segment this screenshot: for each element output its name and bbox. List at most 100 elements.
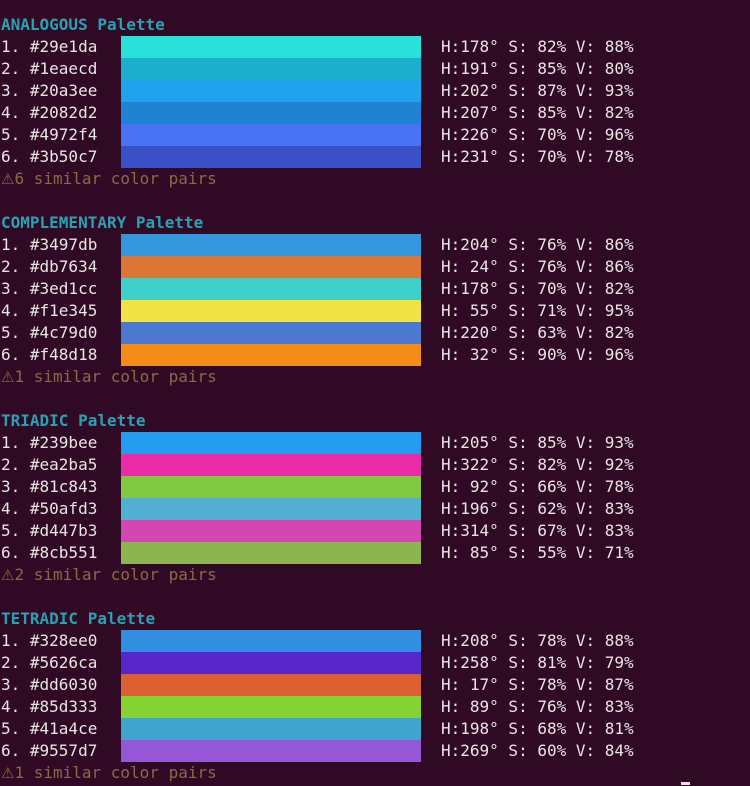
color-row: 4. #85d333 H: 89° S: 76% V: 83% (0, 696, 750, 718)
color-swatch (121, 146, 421, 168)
color-swatch (121, 520, 421, 542)
palette-analogous: ANALOGOUS Palette 1. #29e1da H:178° S: 8… (0, 14, 750, 190)
palette-triadic: TRIADIC Palette 1. #239bee H:205° S: 85%… (0, 410, 750, 586)
similar-pairs-warning: ⚠1 similar color pairs (0, 366, 750, 388)
color-hsv-value: H:269° S: 60% V: 84% (441, 741, 634, 760)
color-hex-label: 5. #d447b3 (1, 521, 98, 540)
color-row: 5. #4c79d0 H:220° S: 63% V: 82% (0, 322, 750, 344)
color-row: 2. #ea2ba5 H:322° S: 82% V: 92% (0, 454, 750, 476)
color-hex-label: 4. #50afd3 (1, 499, 98, 518)
color-hex-label: 6. #8cb551 (1, 543, 98, 562)
color-hex-label: 4. #85d333 (1, 697, 98, 716)
color-hsv-value: H:314° S: 67% V: 83% (441, 521, 634, 540)
color-hsv-value: H:205° S: 85% V: 93% (441, 433, 634, 452)
color-row: 3. #20a3ee H:202° S: 87% V: 93% (0, 80, 750, 102)
color-hex-label: 2. #1eaecd (1, 59, 98, 78)
color-swatch (121, 278, 421, 300)
color-row: 2. #1eaecd H:191° S: 85% V: 80% (0, 58, 750, 80)
color-hex-label: 3. #3ed1cc (1, 279, 98, 298)
color-hsv-value: H:178° S: 70% V: 82% (441, 279, 634, 298)
color-swatch (121, 36, 421, 58)
color-hsv-value: H:220° S: 63% V: 82% (441, 323, 634, 342)
color-hsv-value: H:258° S: 81% V: 79% (441, 653, 634, 672)
palette-tetradic: TETRADIC Palette 1. #328ee0 H:208° S: 78… (0, 608, 750, 784)
color-hex-label: 6. #f48d18 (1, 345, 98, 364)
similar-pairs-warning: ⚠1 similar color pairs (0, 762, 750, 784)
palette-title: ANALOGOUS Palette (1, 15, 165, 34)
color-swatch (121, 674, 421, 696)
color-swatch (121, 454, 421, 476)
color-hex-label: 2. #db7634 (1, 257, 98, 276)
color-swatch (121, 630, 421, 652)
color-row: 5. #41a4ce H:198° S: 68% V: 81% (0, 718, 750, 740)
color-row: 5. #4972f4 H:226° S: 70% V: 96% (0, 124, 750, 146)
color-swatch (121, 476, 421, 498)
terminal-window: ANALOGOUS Palette 1. #29e1da H:178° S: 8… (0, 0, 750, 786)
color-hsv-value: H: 17° S: 78% V: 87% (441, 675, 634, 694)
color-hsv-value: H: 85° S: 55% V: 71% (441, 543, 634, 562)
color-swatch (121, 322, 421, 344)
color-hsv-value: H:208° S: 78% V: 88% (441, 631, 634, 650)
color-hsv-value: H: 92° S: 66% V: 78% (441, 477, 634, 496)
color-hsv-value: H:204° S: 76% V: 86% (441, 235, 634, 254)
color-row: 4. #2082d2 H:207° S: 85% V: 82% (0, 102, 750, 124)
color-hex-label: 6. #3b50c7 (1, 147, 98, 166)
color-swatch (121, 102, 421, 124)
color-hex-label: 2. #5626ca (1, 653, 98, 672)
color-row: 3. #dd6030 H: 17° S: 78% V: 87% (0, 674, 750, 696)
palette-complementary: COMPLEMENTARY Palette 1. #3497db H:204° … (0, 212, 750, 388)
color-hex-label: 4. #2082d2 (1, 103, 98, 122)
color-swatch (121, 498, 421, 520)
color-hsv-value: H:202° S: 87% V: 93% (441, 81, 634, 100)
color-row: 6. #8cb551 H: 85° S: 55% V: 71% (0, 542, 750, 564)
color-hex-label: 3. #dd6030 (1, 675, 98, 694)
color-hex-label: 2. #ea2ba5 (1, 455, 98, 474)
color-swatch (121, 740, 421, 762)
color-hsv-value: H: 32° S: 90% V: 96% (441, 345, 634, 364)
color-swatch (121, 256, 421, 278)
terminal-cursor (681, 782, 690, 785)
color-swatch (121, 124, 421, 146)
color-hsv-value: H:178° S: 82% V: 88% (441, 37, 634, 56)
color-hex-label: 1. #239bee (1, 433, 98, 452)
color-hex-label: 1. #3497db (1, 235, 98, 254)
color-hsv-value: H: 24° S: 76% V: 86% (441, 257, 634, 276)
color-row: 1. #328ee0 H:208° S: 78% V: 88% (0, 630, 750, 652)
color-hex-label: 3. #20a3ee (1, 81, 98, 100)
color-row: 1. #3497db H:204° S: 76% V: 86% (0, 234, 750, 256)
color-swatch (121, 80, 421, 102)
color-swatch (121, 432, 421, 454)
color-row: 3. #3ed1cc H:178° S: 70% V: 82% (0, 278, 750, 300)
color-swatch (121, 696, 421, 718)
color-row: 3. #81c843 H: 92° S: 66% V: 78% (0, 476, 750, 498)
palette-title: TRIADIC Palette (1, 411, 146, 430)
color-hex-label: 6. #9557d7 (1, 741, 98, 760)
color-swatch (121, 344, 421, 366)
color-row: 2. #5626ca H:258° S: 81% V: 79% (0, 652, 750, 674)
color-row: 1. #239bee H:205° S: 85% V: 93% (0, 432, 750, 454)
color-hsv-value: H:191° S: 85% V: 80% (441, 59, 634, 78)
color-row: 2. #db7634 H: 24° S: 76% V: 86% (0, 256, 750, 278)
color-swatch (121, 652, 421, 674)
color-row: 5. #d447b3 H:314° S: 67% V: 83% (0, 520, 750, 542)
palette-title: TETRADIC Palette (1, 609, 156, 628)
color-row: 4. #50afd3 H:196° S: 62% V: 83% (0, 498, 750, 520)
color-row: 4. #f1e345 H: 55° S: 71% V: 95% (0, 300, 750, 322)
color-hex-label: 4. #f1e345 (1, 301, 98, 320)
color-hex-label: 5. #41a4ce (1, 719, 98, 738)
color-row: 6. #f48d18 H: 32° S: 90% V: 96% (0, 344, 750, 366)
color-swatch (121, 542, 421, 564)
color-swatch (121, 718, 421, 740)
color-hsv-value: H:226° S: 70% V: 96% (441, 125, 634, 144)
color-row: 6. #9557d7 H:269° S: 60% V: 84% (0, 740, 750, 762)
similar-pairs-warning: ⚠6 similar color pairs (0, 168, 750, 190)
color-swatch (121, 300, 421, 322)
color-hex-label: 1. #29e1da (1, 37, 98, 56)
color-hex-label: 5. #4972f4 (1, 125, 98, 144)
color-swatch (121, 58, 421, 80)
color-hex-label: 3. #81c843 (1, 477, 98, 496)
color-swatch (121, 234, 421, 256)
color-row: 6. #3b50c7 H:231° S: 70% V: 78% (0, 146, 750, 168)
color-hsv-value: H:207° S: 85% V: 82% (441, 103, 634, 122)
color-hsv-value: H:198° S: 68% V: 81% (441, 719, 634, 738)
